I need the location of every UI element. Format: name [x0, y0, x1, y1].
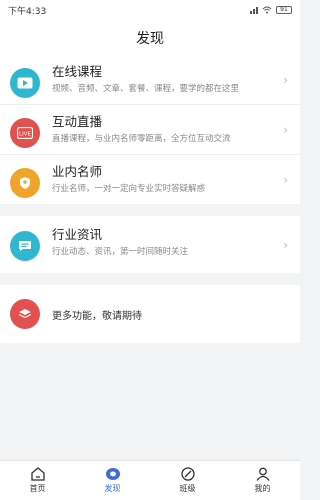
- more-features-item[interactable]: 更多功能，敬请期待: [0, 285, 300, 343]
- news-icon: [10, 231, 40, 261]
- battery-icon: 91: [276, 6, 292, 14]
- teacher-item[interactable]: 业内名师 行业名师，一对一定向专业实时答疑解惑 ›: [0, 154, 300, 204]
- status-time: 下午4:33: [8, 6, 47, 17]
- play-icon: [10, 68, 40, 98]
- discover-icon: [105, 468, 120, 480]
- item-title: 互动直播: [52, 114, 103, 129]
- tab-profile[interactable]: 我的: [225, 461, 300, 500]
- tab-label: 我的: [254, 484, 271, 493]
- svg-text:LIVE: LIVE: [19, 132, 31, 138]
- live-item[interactable]: LIVE 互动直播 直播课程，与业内名师零距离，全方位互动交流 ›: [0, 104, 300, 154]
- item-title: 业内名师: [52, 164, 103, 179]
- tab-class[interactable]: 班级: [150, 461, 225, 500]
- item-title: 在线课程: [52, 64, 103, 79]
- tab-label: 首页: [29, 484, 46, 493]
- profile-icon: [255, 467, 270, 481]
- chevron-right-icon: ›: [283, 237, 288, 252]
- layers-icon: [10, 299, 40, 329]
- more-label: 更多功能，敬请期待: [52, 310, 142, 322]
- wifi-icon: [262, 6, 272, 14]
- tab-discover[interactable]: 发现: [75, 461, 150, 500]
- chevron-right-icon: ›: [283, 72, 288, 87]
- teacher-icon: [10, 168, 40, 198]
- class-icon: [180, 467, 195, 481]
- item-desc: 行业动态、资讯，第一时间随时关注: [52, 247, 189, 257]
- news-card: 行业资讯 行业动态、资讯，第一时间随时关注 ›: [0, 216, 300, 273]
- bottom-tab-bar: 首页 发现 班级 我的: [0, 460, 300, 500]
- status-icons: 91: [250, 6, 292, 14]
- features-card: 在线课程 视频、音频、文章、套餐、课程，要学的都在这里 › LIVE 互动直播 …: [0, 55, 300, 204]
- chevron-right-icon: ›: [283, 172, 288, 187]
- online-course-item[interactable]: 在线课程 视频、音频、文章、套餐、课程，要学的都在这里 ›: [0, 55, 300, 104]
- home-icon: [30, 467, 45, 481]
- more-card: 更多功能，敬请期待: [0, 285, 300, 343]
- item-title: 行业资讯: [52, 227, 103, 242]
- industry-news-item[interactable]: 行业资讯 行业动态、资讯，第一时间随时关注 ›: [0, 216, 300, 273]
- live-icon: LIVE: [10, 118, 40, 148]
- item-desc: 行业名师，一对一定向专业实时答疑解惑: [52, 184, 206, 194]
- item-desc: 直播课程，与业内名师零距离，全方位互动交流: [52, 134, 231, 144]
- item-desc: 视频、音频、文章、套餐、课程，要学的都在这里: [52, 84, 240, 94]
- chevron-right-icon: ›: [283, 122, 288, 137]
- status-bar: 下午4:33 91: [0, 0, 300, 20]
- page-title: 发现: [136, 30, 164, 47]
- signal-icon: [250, 6, 258, 14]
- tab-label: 发现: [104, 484, 121, 493]
- page-header: 发现: [0, 20, 300, 55]
- tab-label: 班级: [179, 484, 196, 493]
- tab-home[interactable]: 首页: [0, 461, 75, 500]
